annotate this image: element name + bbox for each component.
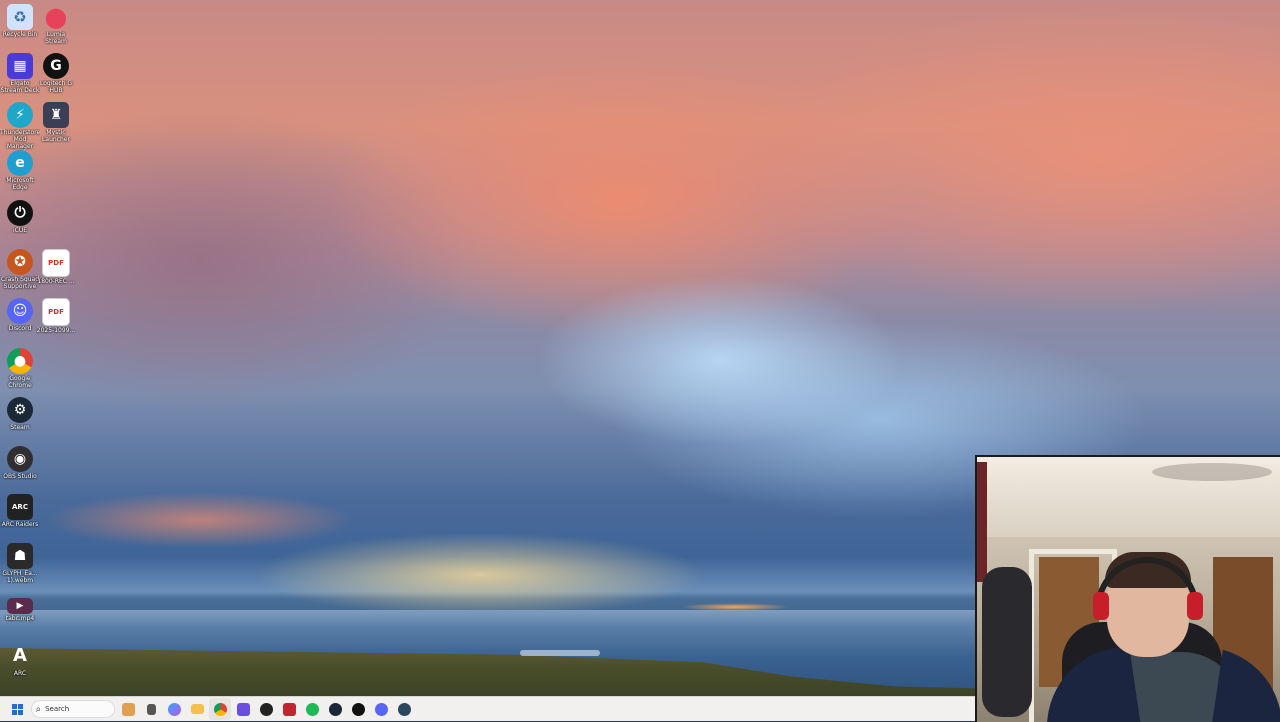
taskbar-steam[interactable]	[324, 698, 346, 720]
file-explorer-icon	[190, 704, 204, 714]
desktop-icon-label: ARC	[13, 670, 27, 677]
headset-earcup	[1093, 592, 1109, 620]
search-icon: ⌕	[35, 703, 42, 715]
desktop-icon-arc[interactable]: A ARC	[0, 643, 40, 677]
arc-letter-icon: A	[13, 645, 27, 666]
desktop-icon-steam[interactable]: ⚙ Steam	[0, 397, 40, 431]
taskbar: ⌕ Search	[0, 696, 975, 721]
copilot-icon	[167, 702, 181, 716]
desktop-icon-thunderstore[interactable]: ⚡ Thunderstore Mod Manager	[0, 102, 40, 150]
video-thumb-icon: ▶	[7, 598, 33, 614]
desktop-icon-google-chrome[interactable]: ● Google Chrome	[0, 348, 40, 389]
recycle-bin-icon: ♻	[7, 4, 33, 30]
desktop-icon-mystic-launcher[interactable]: ♜ Mystic Launcher	[36, 102, 76, 143]
desktop-icon-crash-squad[interactable]: ✪ Crash Squad Supportive	[0, 249, 40, 290]
media-app-icon	[282, 702, 296, 716]
desktop-icon-stream-deck[interactable]: ▦ Elgato Stream Deck	[0, 53, 40, 94]
desktop-icon-label: Lumia Stream	[45, 31, 67, 45]
pdf-icon: PDF	[42, 249, 70, 277]
pdf-icon: PDF	[42, 298, 70, 326]
desktop-icon-label: 2025-1099...	[36, 327, 76, 334]
desktop-icon-lumia-stream[interactable]: ⬤ Lumia Stream	[36, 4, 76, 45]
taskbar-stream-deck[interactable]	[232, 698, 254, 720]
discord-icon: ☺	[7, 298, 33, 324]
desktop-icon-label: Steam	[10, 424, 30, 431]
taskbar-file-explorer[interactable]	[186, 698, 208, 720]
desktop-icon-label: GLYPH_Ea... 1).webm	[2, 570, 38, 584]
mystic-launcher-icon: ♜	[43, 102, 69, 128]
desktop-icon-label: 1800-REC ...	[37, 278, 75, 285]
wallpaper-sun-glow	[680, 603, 790, 611]
taskbar-media-app[interactable]	[278, 698, 300, 720]
desktop-icon-recycle-bin[interactable]: ♻ Recycle Bin	[0, 4, 40, 38]
webcam-mic-arm	[977, 462, 987, 582]
desktop-icon-area: ♻ Recycle Bin ⬤ Lumia Stream ▦ Elgato St…	[0, 0, 80, 696]
desktop-icon-label: tabc.mp4	[5, 615, 35, 622]
logitech-g-icon	[351, 702, 365, 716]
logitech-g-icon: G	[43, 53, 69, 79]
taskbar-copilot[interactable]	[163, 698, 185, 720]
start-button[interactable]	[6, 698, 28, 720]
task-view-icon	[121, 702, 135, 716]
thunderstore-icon: ⚡	[7, 102, 33, 128]
taskbar-discord[interactable]	[370, 698, 392, 720]
desktop-icon-logitech-g-hub[interactable]: G Logitech G HUB	[36, 53, 76, 94]
desktop-icon-discord[interactable]: ☺ Discord	[0, 298, 40, 332]
crash-squad-icon: ✪	[7, 249, 33, 275]
steam-icon	[328, 702, 342, 716]
desktop-icon-label: Thunderstore Mod Manager	[0, 129, 40, 150]
lumia-pin-icon: ⬤	[44, 5, 68, 29]
desktop-icon-pdf-1[interactable]: PDF 1800-REC ...	[36, 249, 76, 285]
webcam-ceiling-fan	[1152, 463, 1272, 481]
desktop-icon-label: OBS Studio	[3, 473, 37, 480]
chrome-icon	[213, 702, 227, 716]
wallpaper-surf	[520, 650, 600, 656]
desktop-icon-label: iCUE	[12, 227, 28, 234]
desktop-icon-label: Recycle Bin	[2, 31, 38, 38]
desktop-icon-microsoft-edge[interactable]: e Microsoft Edge	[0, 150, 40, 191]
obs-icon: ◉	[7, 446, 33, 472]
stream-deck-icon: ▦	[7, 53, 33, 79]
video-file-icon: ☗	[7, 543, 33, 569]
taskbar-gaming-app[interactable]	[255, 698, 277, 720]
arc-raiders-icon: ARC	[7, 494, 33, 520]
desktop-icon-label: ARC Raiders	[1, 521, 39, 528]
headset-earcup	[1187, 592, 1203, 620]
desktop-icon-label: Discord	[8, 325, 32, 332]
steam-alt-icon	[397, 702, 411, 716]
desktop-icon-glyph-webm[interactable]: ☗ GLYPH_Ea... 1).webm	[0, 543, 40, 584]
taskbar-search[interactable]: ⌕ Search	[30, 700, 115, 718]
taskbar-chrome[interactable]	[209, 698, 231, 720]
chrome-icon: ●	[7, 348, 33, 374]
taskbar-logitech[interactable]	[347, 698, 369, 720]
desktop-icon-obs-studio[interactable]: ◉ OBS Studio	[0, 446, 40, 480]
desktop-icon-label: Elgato Stream Deck	[0, 80, 40, 94]
file-manager-icon	[146, 703, 156, 715]
webcam-microphone	[982, 567, 1032, 717]
desktop-icon-label: Google Chrome	[8, 375, 32, 389]
desktop-icon-label: Crash Squad Supportive	[0, 276, 40, 290]
desktop-icon-icue[interactable]: ⏻ iCUE	[0, 200, 40, 234]
taskbar-steam-alt[interactable]	[393, 698, 415, 720]
desktop-icon-label: Mystic Launcher	[42, 129, 70, 143]
discord-icon	[374, 702, 388, 716]
search-placeholder: Search	[45, 705, 70, 713]
desktop-icon-arc-raiders[interactable]: ARC ARC Raiders	[0, 494, 40, 528]
gaming-app-icon	[259, 702, 273, 716]
desktop-icon-tabc-mp4[interactable]: ▶ tabc.mp4	[0, 598, 40, 622]
desktop-icon-label: Microsoft Edge	[6, 177, 34, 191]
windows-logo-icon	[11, 703, 23, 715]
webcam-overlay	[975, 455, 1280, 722]
desktop-icon-pdf-2[interactable]: PDF 2025-1099...	[36, 298, 76, 334]
icue-icon: ⏻	[7, 200, 33, 226]
taskbar-task-view[interactable]	[117, 698, 139, 720]
edge-icon: e	[7, 150, 33, 176]
steam-icon: ⚙	[7, 397, 33, 423]
stream-deck-icon	[236, 702, 250, 716]
taskbar-spotify[interactable]	[301, 698, 323, 720]
spotify-icon	[305, 702, 319, 716]
desktop-icon-label: Logitech G HUB	[39, 80, 73, 94]
taskbar-file-manager[interactable]	[140, 698, 162, 720]
